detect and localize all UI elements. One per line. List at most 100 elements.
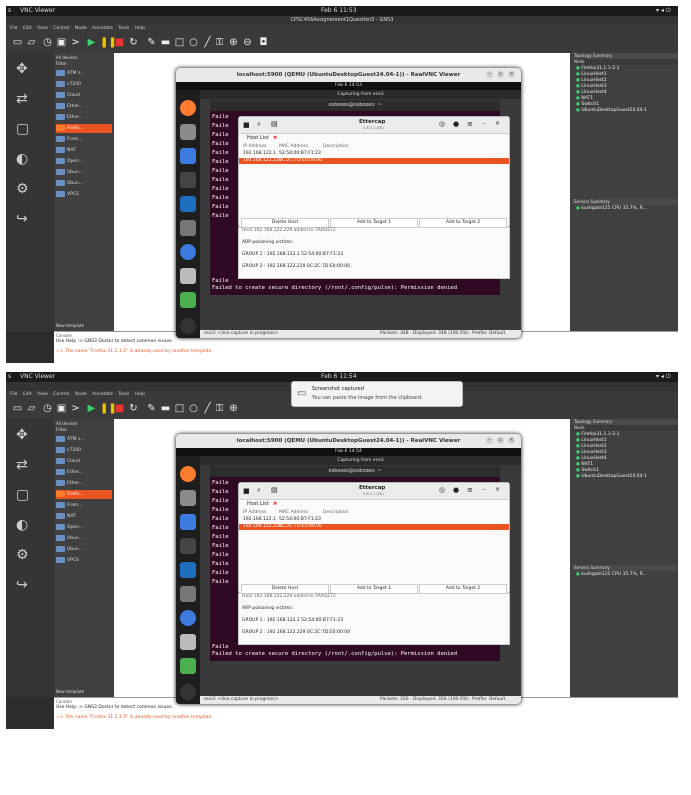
device-item[interactable]: NAT — [56, 512, 112, 521]
topology-node[interactable]: ● UbuntuDesktopGuest24.04-1 — [576, 474, 647, 480]
rectangle-icon[interactable]: □ — [174, 37, 185, 48]
stop-icon[interactable]: ■ — [243, 121, 250, 129]
device-item[interactable]: c7200 — [56, 80, 112, 89]
new-template-button[interactable]: New template — [56, 687, 112, 696]
screenshot-notification[interactable]: ▭ Screenshot captured You can paste the … — [291, 381, 463, 407]
close-tab-icon[interactable]: ✖ — [273, 135, 277, 141]
close-icon[interactable]: × — [495, 486, 500, 493]
reload-icon[interactable]: ↻ — [128, 403, 139, 414]
security-device-icon[interactable]: ◐ — [16, 517, 38, 535]
note-icon[interactable]: ✎ — [146, 403, 157, 414]
devices-filter[interactable]: Filter — [56, 426, 112, 435]
device-item[interactable]: ATM s... — [56, 435, 112, 444]
search-icon[interactable]: ⌕ — [257, 486, 261, 495]
switch-icon[interactable]: ⇄ — [16, 457, 38, 475]
menu-tools[interactable]: Tools — [118, 392, 129, 397]
stop-icon[interactable]: ■ — [114, 37, 125, 48]
profile-label[interactable]: Profile: Default — [472, 330, 505, 338]
close-icon[interactable]: × — [495, 120, 500, 127]
apps-grid-icon[interactable] — [180, 318, 196, 334]
device-item[interactable]: Ubun... — [56, 179, 112, 188]
activities-label[interactable]: s — [8, 7, 11, 14]
line-icon[interactable]: ╱ — [202, 403, 213, 414]
table-row[interactable]: 192.168.122.1 52:54:00:B7:F1:23 — [239, 517, 509, 523]
menu-help[interactable]: Help — [135, 26, 145, 31]
guest-clock[interactable]: Feb 6 14:53 — [335, 83, 362, 88]
terminal-window[interactable]: osboxes@osboxes: ~ Faile Faile Faile Fai… — [210, 100, 510, 295]
help-icon[interactable] — [180, 148, 196, 164]
ettercap-icon[interactable] — [180, 610, 196, 626]
topology-node[interactable]: ● UbuntuDesktopGuest24.04-1 — [576, 108, 647, 114]
menu-node[interactable]: Node — [75, 392, 87, 397]
trash-icon[interactable] — [180, 658, 196, 674]
host-list-tab[interactable]: Host List ✖ — [239, 134, 509, 143]
activities-label[interactable]: s — [8, 373, 11, 380]
image-icon[interactable]: ▬ — [160, 37, 171, 48]
device-item[interactable]: NAT — [56, 146, 112, 155]
pause-icon[interactable]: ❚❚ — [100, 37, 117, 48]
firefox-icon[interactable] — [180, 466, 196, 482]
record-icon[interactable]: ● — [453, 486, 459, 494]
clock[interactable]: Feb 6 11:53 — [321, 7, 357, 14]
record-icon[interactable]: ● — [453, 120, 459, 128]
line-icon[interactable]: ╱ — [202, 37, 213, 48]
server-item[interactable]: ● kushgate125 CPU 35.7%, R... — [576, 206, 647, 212]
menu-view[interactable]: View — [37, 392, 48, 397]
reload-icon[interactable]: ↻ — [128, 37, 139, 48]
router-icon[interactable]: ✥ — [16, 427, 38, 445]
device-item[interactable]: Ubun... — [56, 545, 112, 554]
folder-icon[interactable]: ▭ — [12, 37, 23, 48]
zoom-in-icon[interactable]: ⊕ — [228, 37, 239, 48]
terminal-icon[interactable] — [180, 538, 196, 554]
terminal-icon[interactable] — [180, 172, 196, 188]
maximize-icon[interactable]: ▫ — [497, 437, 504, 444]
ellipse-icon[interactable]: ○ — [188, 403, 199, 414]
close-icon[interactable]: × — [508, 437, 515, 444]
pause-icon[interactable]: ❚❚ — [100, 403, 117, 414]
menu-help[interactable]: Help — [135, 392, 145, 397]
hosts-icon[interactable]: ▤ — [271, 120, 278, 128]
files-icon[interactable] — [180, 490, 196, 506]
devices-filter[interactable]: Filter — [56, 60, 112, 69]
menu-node[interactable]: Node — [75, 26, 87, 31]
start-icon[interactable]: ▶ — [86, 403, 97, 414]
wireshark-icon[interactable] — [180, 562, 196, 578]
menu-view[interactable]: View — [37, 26, 48, 31]
guest-clock[interactable]: Feb 6 14:54 — [335, 449, 362, 454]
add-link-icon[interactable]: ↪ — [16, 577, 38, 595]
device-item[interactable]: Fram... — [56, 501, 112, 510]
folder-icon[interactable]: ▭ — [12, 403, 23, 414]
device-item[interactable]: Open... — [56, 523, 112, 532]
menu-file[interactable]: File — [10, 392, 18, 397]
tray-icons[interactable]: ▾ ◂ ⏻ — [656, 7, 671, 15]
settings-icon[interactable] — [180, 220, 196, 236]
snapshot-icon[interactable]: ▣ — [56, 403, 67, 414]
table-row[interactable]: 192.168.122.1 52:54:00:B7:F1:23 — [239, 151, 509, 157]
device-item[interactable]: Ether... — [56, 102, 112, 111]
all-devices-icon[interactable]: ⚙ — [16, 547, 38, 565]
firefox-icon[interactable] — [180, 100, 196, 116]
stop-icon[interactable]: ■ — [243, 487, 250, 495]
menu-annotate[interactable]: Annotate — [92, 392, 113, 397]
screenshot-icon[interactable]: ◘ — [258, 37, 269, 48]
menu-control[interactable]: Control — [53, 26, 69, 31]
end-device-icon[interactable]: ▢ — [16, 487, 38, 505]
console-icon[interactable]: > — [70, 403, 81, 414]
minimize-icon[interactable]: – — [486, 71, 493, 78]
ettercap-icon[interactable] — [180, 244, 196, 260]
history-icon[interactable]: ◷ — [42, 403, 53, 414]
table-row-selected[interactable]: 192.168.122.229 0C:2C:7D:E0:00:00 — [239, 524, 509, 530]
rectangle-icon[interactable]: □ — [174, 403, 185, 414]
trash-icon[interactable] — [180, 292, 196, 308]
device-item[interactable]: Ether... — [56, 468, 112, 477]
device-item[interactable]: Fram... — [56, 135, 112, 144]
history-icon[interactable]: ◷ — [42, 37, 53, 48]
device-item[interactable]: ATM s... — [56, 69, 112, 78]
host-list-tab[interactable]: Host List ✖ — [239, 500, 509, 509]
mitm-icon[interactable]: ◎ — [439, 486, 445, 494]
open-icon[interactable]: ▱ — [26, 37, 37, 48]
menu-edit[interactable]: Edit — [23, 26, 32, 31]
device-item[interactable]: VPCS — [56, 190, 112, 199]
table-row-selected[interactable]: 192.168.122.229 0C:2C:7D:E0:00:00 — [239, 158, 509, 164]
minimize-icon[interactable]: – — [483, 120, 486, 127]
